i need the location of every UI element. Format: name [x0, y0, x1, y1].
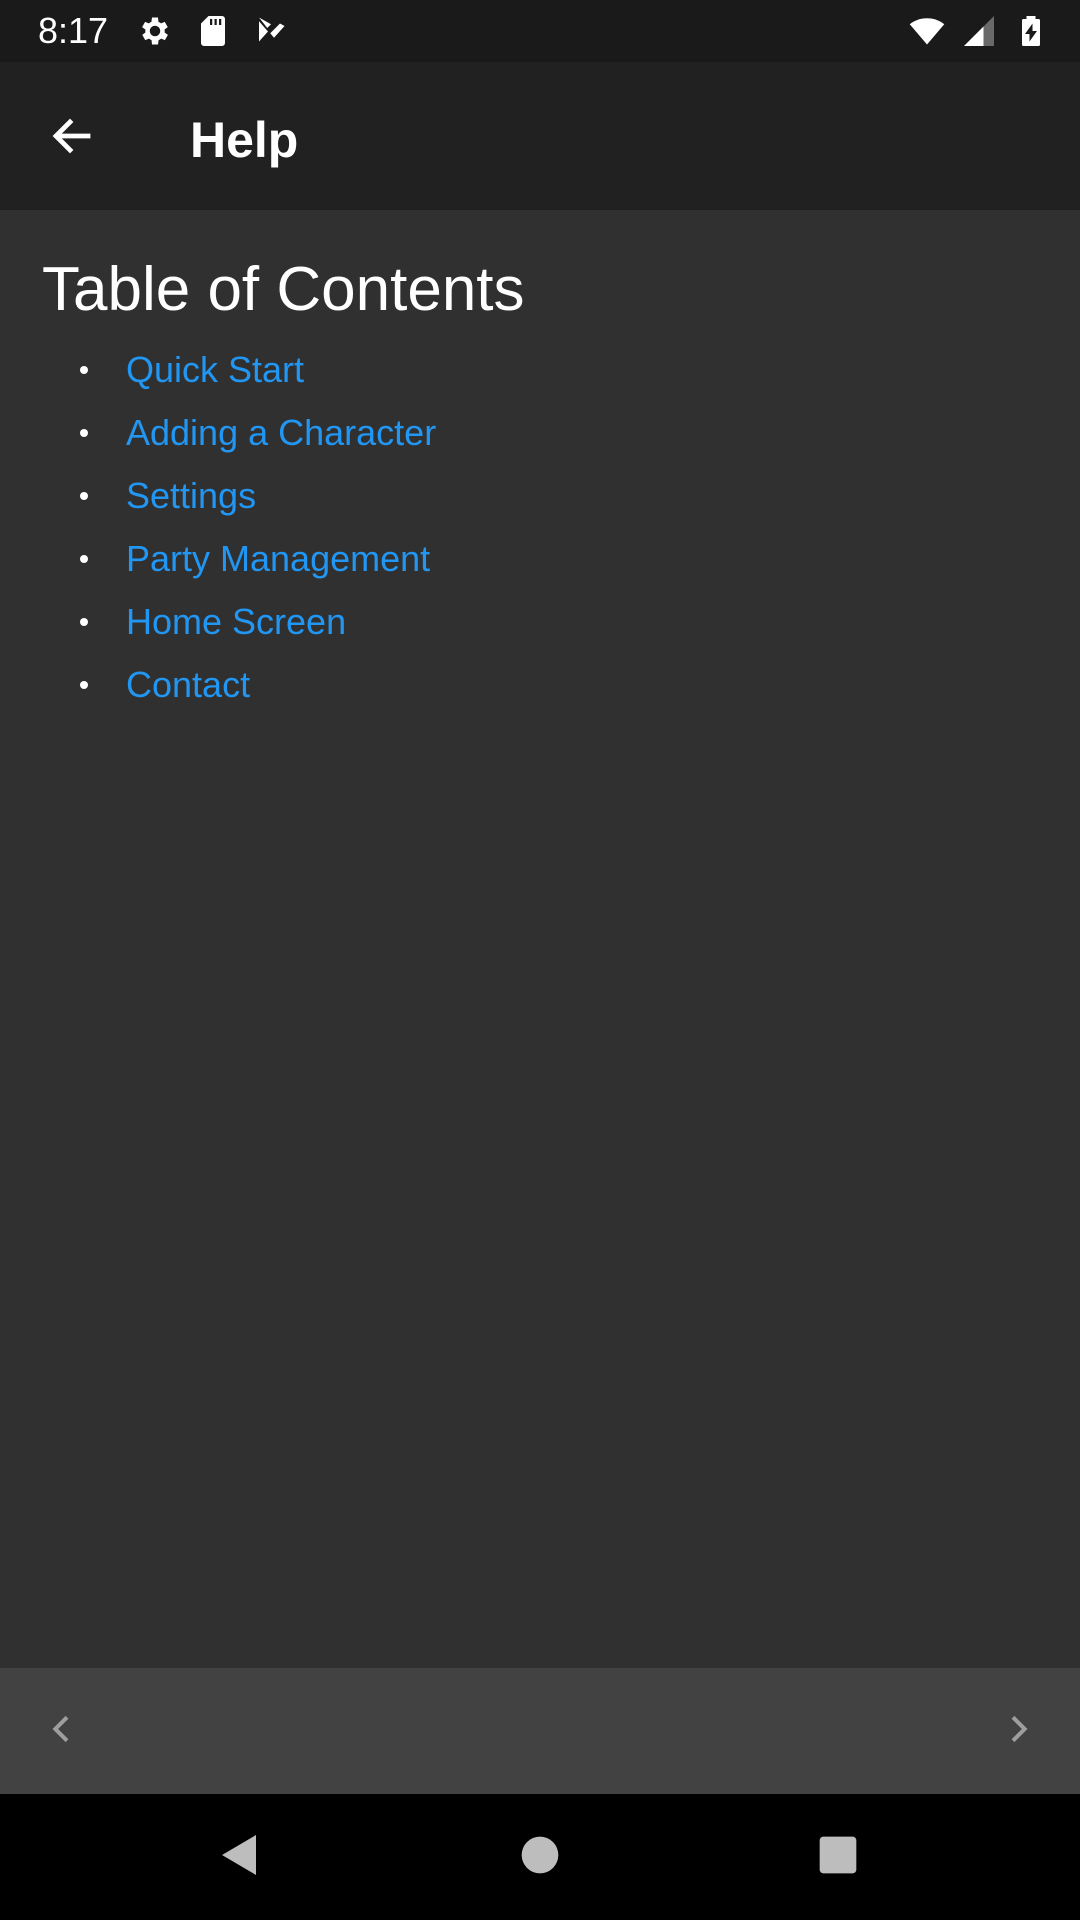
arrow-left-icon [48, 112, 96, 165]
help-content: Table of Contents Quick Start Adding a C… [0, 210, 1080, 1668]
status-time: 8:17 [38, 10, 109, 51]
toc-link-adding-a-character[interactable]: Adding a Character [126, 411, 436, 455]
bullet-icon [80, 491, 88, 500]
bullet-icon [80, 428, 88, 437]
system-home-button[interactable] [510, 1827, 570, 1887]
play-store-icon [252, 13, 290, 49]
toc-heading: Table of Contents [42, 255, 525, 324]
toc-link-settings[interactable]: Settings [126, 474, 256, 518]
toc-link-home-screen[interactable]: Home Screen [126, 600, 346, 644]
next-page-button[interactable] [988, 1701, 1048, 1761]
pager-bar [0, 1668, 1080, 1794]
chevron-left-icon [42, 1709, 82, 1754]
square-recents-icon [816, 1833, 860, 1882]
cell-signal-icon [960, 13, 998, 49]
status-left-icons [136, 13, 290, 49]
system-back-button[interactable] [210, 1827, 270, 1887]
status-right-icons [908, 13, 1050, 49]
status-bar: 8:17 [0, 0, 1080, 62]
back-button[interactable] [40, 106, 104, 170]
chevron-right-icon [998, 1709, 1038, 1754]
previous-page-button[interactable] [32, 1701, 92, 1761]
circle-home-icon [518, 1833, 562, 1882]
gear-icon [136, 13, 174, 49]
wifi-icon [908, 13, 946, 49]
system-navigation-bar [0, 1794, 1080, 1920]
triangle-back-icon [216, 1831, 264, 1884]
system-recents-button[interactable] [808, 1827, 868, 1887]
bullet-icon [80, 365, 88, 374]
bullet-icon [80, 680, 88, 689]
bullet-icon [80, 554, 88, 563]
toc-link-quick-start[interactable]: Quick Start [126, 348, 304, 392]
app-bar: Help [0, 62, 1080, 210]
toc-link-contact[interactable]: Contact [126, 663, 250, 707]
page-title: Help [190, 112, 299, 168]
toc-link-party-management[interactable]: Party Management [126, 537, 430, 581]
battery-charging-icon [1012, 13, 1050, 49]
bullet-icon [80, 617, 88, 626]
sd-card-icon [194, 13, 232, 49]
